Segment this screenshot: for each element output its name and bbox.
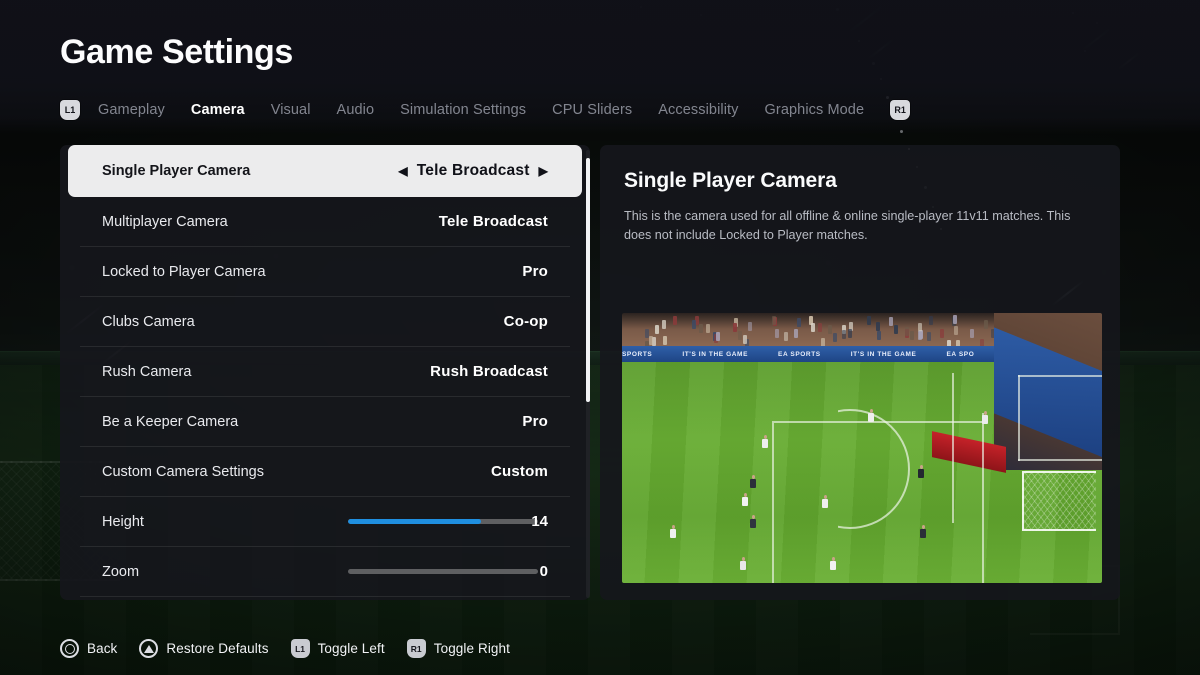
tab-visual[interactable]: Visual: [271, 102, 311, 118]
triangle-button-icon: [139, 639, 158, 658]
settings-list-panel: Single Player Camera ◀ Tele Broadcast ▶ Mult…: [60, 145, 590, 600]
setting-slider-track[interactable]: [348, 519, 538, 524]
setting-slider-track[interactable]: [348, 569, 538, 574]
preview-player: [830, 557, 836, 572]
detail-description: This is the camera used for all offline …: [624, 207, 1094, 244]
setting-row-label: Single Player Camera: [102, 163, 250, 179]
preview-player: [670, 525, 676, 540]
setting-row-value[interactable]: ◀ Tele Broadcast ▶: [398, 162, 548, 180]
setting-row-value[interactable]: Pro: [522, 263, 548, 280]
preview-player: [920, 525, 926, 540]
tab-cpu-sliders[interactable]: CPU Sliders: [552, 102, 632, 118]
circle-button-icon: [60, 639, 79, 658]
setting-row-label: Locked to Player Camera: [102, 264, 266, 280]
setting-row-value[interactable]: Pro: [522, 413, 548, 430]
setting-row-single-player-camera[interactable]: Single Player Camera ◀ Tele Broadcast ▶: [68, 145, 582, 197]
hint-label: Restore Defaults: [166, 641, 268, 656]
setting-row-value[interactable]: Co-op: [504, 313, 548, 330]
chevron-right-icon[interactable]: ▶: [539, 165, 548, 177]
hint-toggle-left[interactable]: L1 Toggle Left: [291, 639, 385, 658]
setting-slider-value: 0: [540, 563, 548, 580]
setting-row-clubs-camera[interactable]: Clubs Camera Co-op: [80, 297, 570, 347]
setting-row-rush-camera[interactable]: Rush Camera Rush Broadcast: [80, 347, 570, 397]
preview-player: [740, 557, 746, 572]
chevron-left-icon[interactable]: ◀: [398, 165, 407, 177]
setting-row-label: Height: [102, 514, 144, 530]
preview-player: [982, 411, 988, 426]
camera-preview-image: SPORTS IT'S IN THE GAME EA SPORTS IT'S IN T…: [622, 313, 1102, 583]
setting-row-be-a-keeper-camera[interactable]: Be a Keeper Camera Pro: [80, 397, 570, 447]
setting-row-zoom[interactable]: Zoom 0: [80, 547, 570, 597]
l1-bumper-icon[interactable]: L1: [60, 100, 80, 120]
l1-bumper-icon: L1: [291, 639, 310, 658]
setting-row-label: Clubs Camera: [102, 314, 195, 330]
setting-row-value[interactable]: Tele Broadcast: [439, 213, 548, 230]
tab-simulation-settings[interactable]: Simulation Settings: [400, 102, 526, 118]
hint-label: Toggle Right: [434, 641, 510, 656]
hint-label: Back: [87, 641, 117, 656]
setting-row-value[interactable]: Rush Broadcast: [430, 363, 548, 380]
preview-player: [868, 409, 874, 424]
tab-camera[interactable]: Camera: [191, 102, 245, 118]
setting-row-custom-camera-settings[interactable]: Custom Camera Settings Custom: [80, 447, 570, 497]
setting-row-label: Rush Camera: [102, 364, 191, 380]
tab-graphics-mode[interactable]: Graphics Mode: [765, 102, 865, 118]
tab-bar: L1 Gameplay Camera Visual Audio Simulation S…: [60, 97, 1160, 123]
r1-bumper-icon[interactable]: R1: [890, 100, 910, 120]
setting-row-label: Be a Keeper Camera: [102, 414, 238, 430]
setting-slider-value: 14: [531, 513, 548, 530]
preview-player: [762, 435, 768, 450]
preview-player: [918, 465, 924, 480]
detail-title: Single Player Camera: [624, 169, 1094, 193]
r1-bumper-icon: R1: [407, 639, 426, 658]
setting-row-label: Multiplayer Camera: [102, 214, 228, 230]
tab-list: Gameplay Camera Visual Audio Simulation Sett…: [98, 102, 864, 118]
setting-row-height[interactable]: Height 14: [80, 497, 570, 547]
hint-toggle-right[interactable]: R1 Toggle Right: [407, 639, 510, 658]
preview-player: [750, 515, 756, 530]
setting-row-locked-to-player-camera[interactable]: Locked to Player Camera Pro: [80, 247, 570, 297]
settings-rows: Single Player Camera ◀ Tele Broadcast ▶ Mult…: [60, 145, 590, 597]
tab-audio[interactable]: Audio: [337, 102, 375, 118]
scrollbar-thumb[interactable]: [586, 158, 590, 402]
preview-player: [742, 493, 748, 508]
setting-row-label: Zoom: [102, 564, 139, 580]
setting-row-label: Custom Camera Settings: [102, 464, 264, 480]
preview-goal-net: [1022, 471, 1096, 531]
detail-panel: Single Player Camera This is the camera …: [600, 145, 1120, 600]
settings-list-scrollbar[interactable]: [586, 150, 590, 598]
tab-accessibility[interactable]: Accessibility: [658, 102, 738, 118]
hint-restore-defaults[interactable]: Restore Defaults: [139, 639, 268, 658]
button-hint-bar: Back Restore Defaults L1 Toggle Left R1 Toggl…: [60, 639, 510, 658]
hint-back[interactable]: Back: [60, 639, 117, 658]
setting-row-multiplayer-camera[interactable]: Multiplayer Camera Tele Broadcast: [80, 197, 570, 247]
page-title: Game Settings: [60, 33, 293, 72]
preview-player: [822, 495, 828, 510]
setting-slider-fill: [348, 519, 481, 524]
hint-label: Toggle Left: [318, 641, 385, 656]
tab-gameplay[interactable]: Gameplay: [98, 102, 165, 118]
setting-row-value[interactable]: Custom: [491, 463, 548, 480]
preview-player: [750, 475, 756, 490]
setting-row-value-text: Tele Broadcast: [417, 162, 530, 180]
